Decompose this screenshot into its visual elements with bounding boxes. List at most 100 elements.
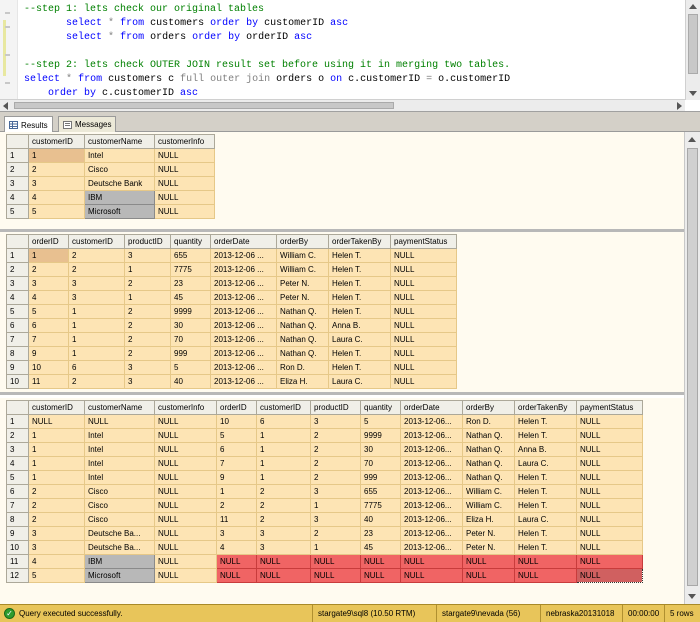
grid-cell[interactable]: NULL [154,540,217,555]
grid-cell[interactable]: 2013-12-06 ... [210,318,277,333]
column-header[interactable]: customerID [28,134,85,149]
grid-cell[interactable]: 2013-12-06... [400,526,463,541]
grid-cell[interactable]: 7 [216,456,257,471]
grid-cell[interactable]: Nathan Q. [462,428,515,443]
grid-cell[interactable]: Helen T. [328,276,391,291]
grid-cell[interactable]: 7775 [360,498,401,513]
grid-cell[interactable]: Peter N. [462,526,515,541]
grid-cell[interactable]: NULL [390,262,457,277]
row-number[interactable]: 6 [6,484,29,499]
table-row[interactable]: 9 3 Deutsche Ba... NULL 3 3 2 23 2013-12-06... Pe… [6,526,643,541]
column-header[interactable]: orderID [28,234,69,249]
table-row[interactable]: 6 6 1 2 30 2013-12-06 ... Nathan Q. Anna B. NULL [6,318,457,333]
table-row[interactable]: 10 11 2 3 40 2013-12-06 ... Eliza H. Laura C. NU… [6,374,457,389]
table-row[interactable]: 5 5 Microsoft NULL [6,204,215,219]
query-editor[interactable]: --step 1: lets check our original tables… [0,0,700,112]
grid-cell[interactable]: 2013-12-06 ... [210,276,277,291]
code-line[interactable]: --step 1: lets check our original tables [24,3,510,17]
row-number[interactable]: 11 [6,554,29,569]
grid-cell[interactable]: Intel [84,456,155,471]
grid-cell[interactable]: 2 [310,428,361,443]
grid-cell[interactable]: 4 [28,290,69,305]
grid-cell[interactable]: Nathan Q. [276,318,329,333]
column-header[interactable]: orderTakenBy [328,234,391,249]
table-row[interactable]: 9 10 6 3 5 2013-12-06 ... Ron D. Helen T. NULL [6,360,457,375]
scroll-thumb[interactable] [688,14,698,74]
code-line[interactable]: --step 2: lets check OUTER JOIN result s… [24,59,510,73]
grid-cell[interactable]: NULL [154,176,215,191]
column-header[interactable]: productID [310,400,361,415]
grid-cell[interactable]: 2 [68,262,125,277]
grid-cell[interactable]: 45 [360,540,401,555]
grid-cell[interactable]: 1 [28,248,69,263]
grid-cell[interactable]: NULL [154,442,217,457]
grid-cell[interactable]: 6 [216,442,257,457]
grid-cell[interactable]: 2013-12-06 ... [210,248,277,263]
code-line[interactable]: select * from orders order by orderID as… [24,31,510,45]
grid-cell[interactable]: 2013-12-06 ... [210,360,277,375]
grid-cell[interactable]: 2013-12-06... [400,428,463,443]
grid-cell[interactable]: NULL [154,512,217,527]
grid-cell[interactable]: NULL [576,442,643,457]
grid-cell[interactable]: Cisco [84,162,155,177]
grid-cell[interactable]: Nathan Q. [276,332,329,347]
grid-cell[interactable]: NULL [514,568,577,583]
table-row[interactable]: 12 5 Microsoft NULL NULL NULL NULL NULL NULL NULL… [6,568,643,583]
grid-cell[interactable]: 2 [310,456,361,471]
table-row[interactable]: 3 3 Deutsche Bank NULL [6,176,215,191]
grid-cell[interactable]: 7 [28,332,69,347]
grid-cell[interactable]: NULL [514,554,577,569]
grid-cell[interactable]: 23 [360,526,401,541]
grid-cell[interactable]: 9 [28,346,69,361]
grid-cell[interactable]: 9999 [170,304,211,319]
grid-cell[interactable]: NULL [84,414,155,429]
grid-cell[interactable]: NULL [576,414,643,429]
grid-cell[interactable]: 3 [310,484,361,499]
grid-cell[interactable]: Helen T. [514,498,577,513]
grid-cell[interactable]: 3 [28,276,69,291]
row-number[interactable]: 2 [6,262,29,277]
grid-cell[interactable]: 3 [68,276,125,291]
grid-cell[interactable]: 5 [28,568,85,583]
grid-cell[interactable]: 3 [216,526,257,541]
column-header[interactable]: orderDate [210,234,277,249]
grid-cell[interactable]: Ron D. [462,414,515,429]
row-number[interactable]: 5 [6,204,29,219]
row-number[interactable]: 2 [6,428,29,443]
grid-cell[interactable]: 4 [28,190,85,205]
grid-cell[interactable]: 5 [216,428,257,443]
grid-cell[interactable]: 70 [170,332,211,347]
grid-cell[interactable]: 1 [28,470,85,485]
grid-cell[interactable]: William C. [276,248,329,263]
grid-cell[interactable]: 9999 [360,428,401,443]
grid-cell[interactable]: NULL [154,554,217,569]
row-number[interactable]: 9 [6,360,29,375]
grid-cell[interactable]: 655 [170,248,211,263]
grid-cell[interactable]: 6 [28,318,69,333]
grid-cell[interactable]: NULL [576,484,643,499]
row-number[interactable]: 4 [6,290,29,305]
grid-cell[interactable]: 1 [28,148,85,163]
table-row[interactable]: 4 4 3 1 45 2013-12-06 ... Peter N. Helen T. NULL [6,290,457,305]
grid-cell[interactable]: 1 [256,442,311,457]
grid-cell[interactable]: 2 [256,498,311,513]
table-row[interactable]: 8 9 1 2 999 2013-12-06 ... Nathan Q. Helen T. NU… [6,346,457,361]
grid-cell[interactable]: Deutsche Ba... [84,526,155,541]
grid-cell[interactable]: Anna B. [328,318,391,333]
grid-cell[interactable]: Laura C. [514,456,577,471]
grid-cell[interactable]: 2 [124,332,171,347]
row-number[interactable]: 12 [6,568,29,583]
grid-cell[interactable]: 3 [28,526,85,541]
grid-cell[interactable]: 3 [124,248,171,263]
grid-cell[interactable]: Helen T. [514,540,577,555]
grid-cell[interactable]: NULL [576,540,643,555]
column-header[interactable]: customerID [68,234,125,249]
grid-cell[interactable]: 2 [28,484,85,499]
grid-cell[interactable]: 1 [68,346,125,361]
grid-cell[interactable]: 23 [170,276,211,291]
grid-cell[interactable]: NULL [576,498,643,513]
grid-cell[interactable]: 1 [310,498,361,513]
grid-cell[interactable]: Helen T. [328,360,391,375]
grid-cell[interactable]: 3 [256,526,311,541]
grid-cell[interactable]: Intel [84,148,155,163]
